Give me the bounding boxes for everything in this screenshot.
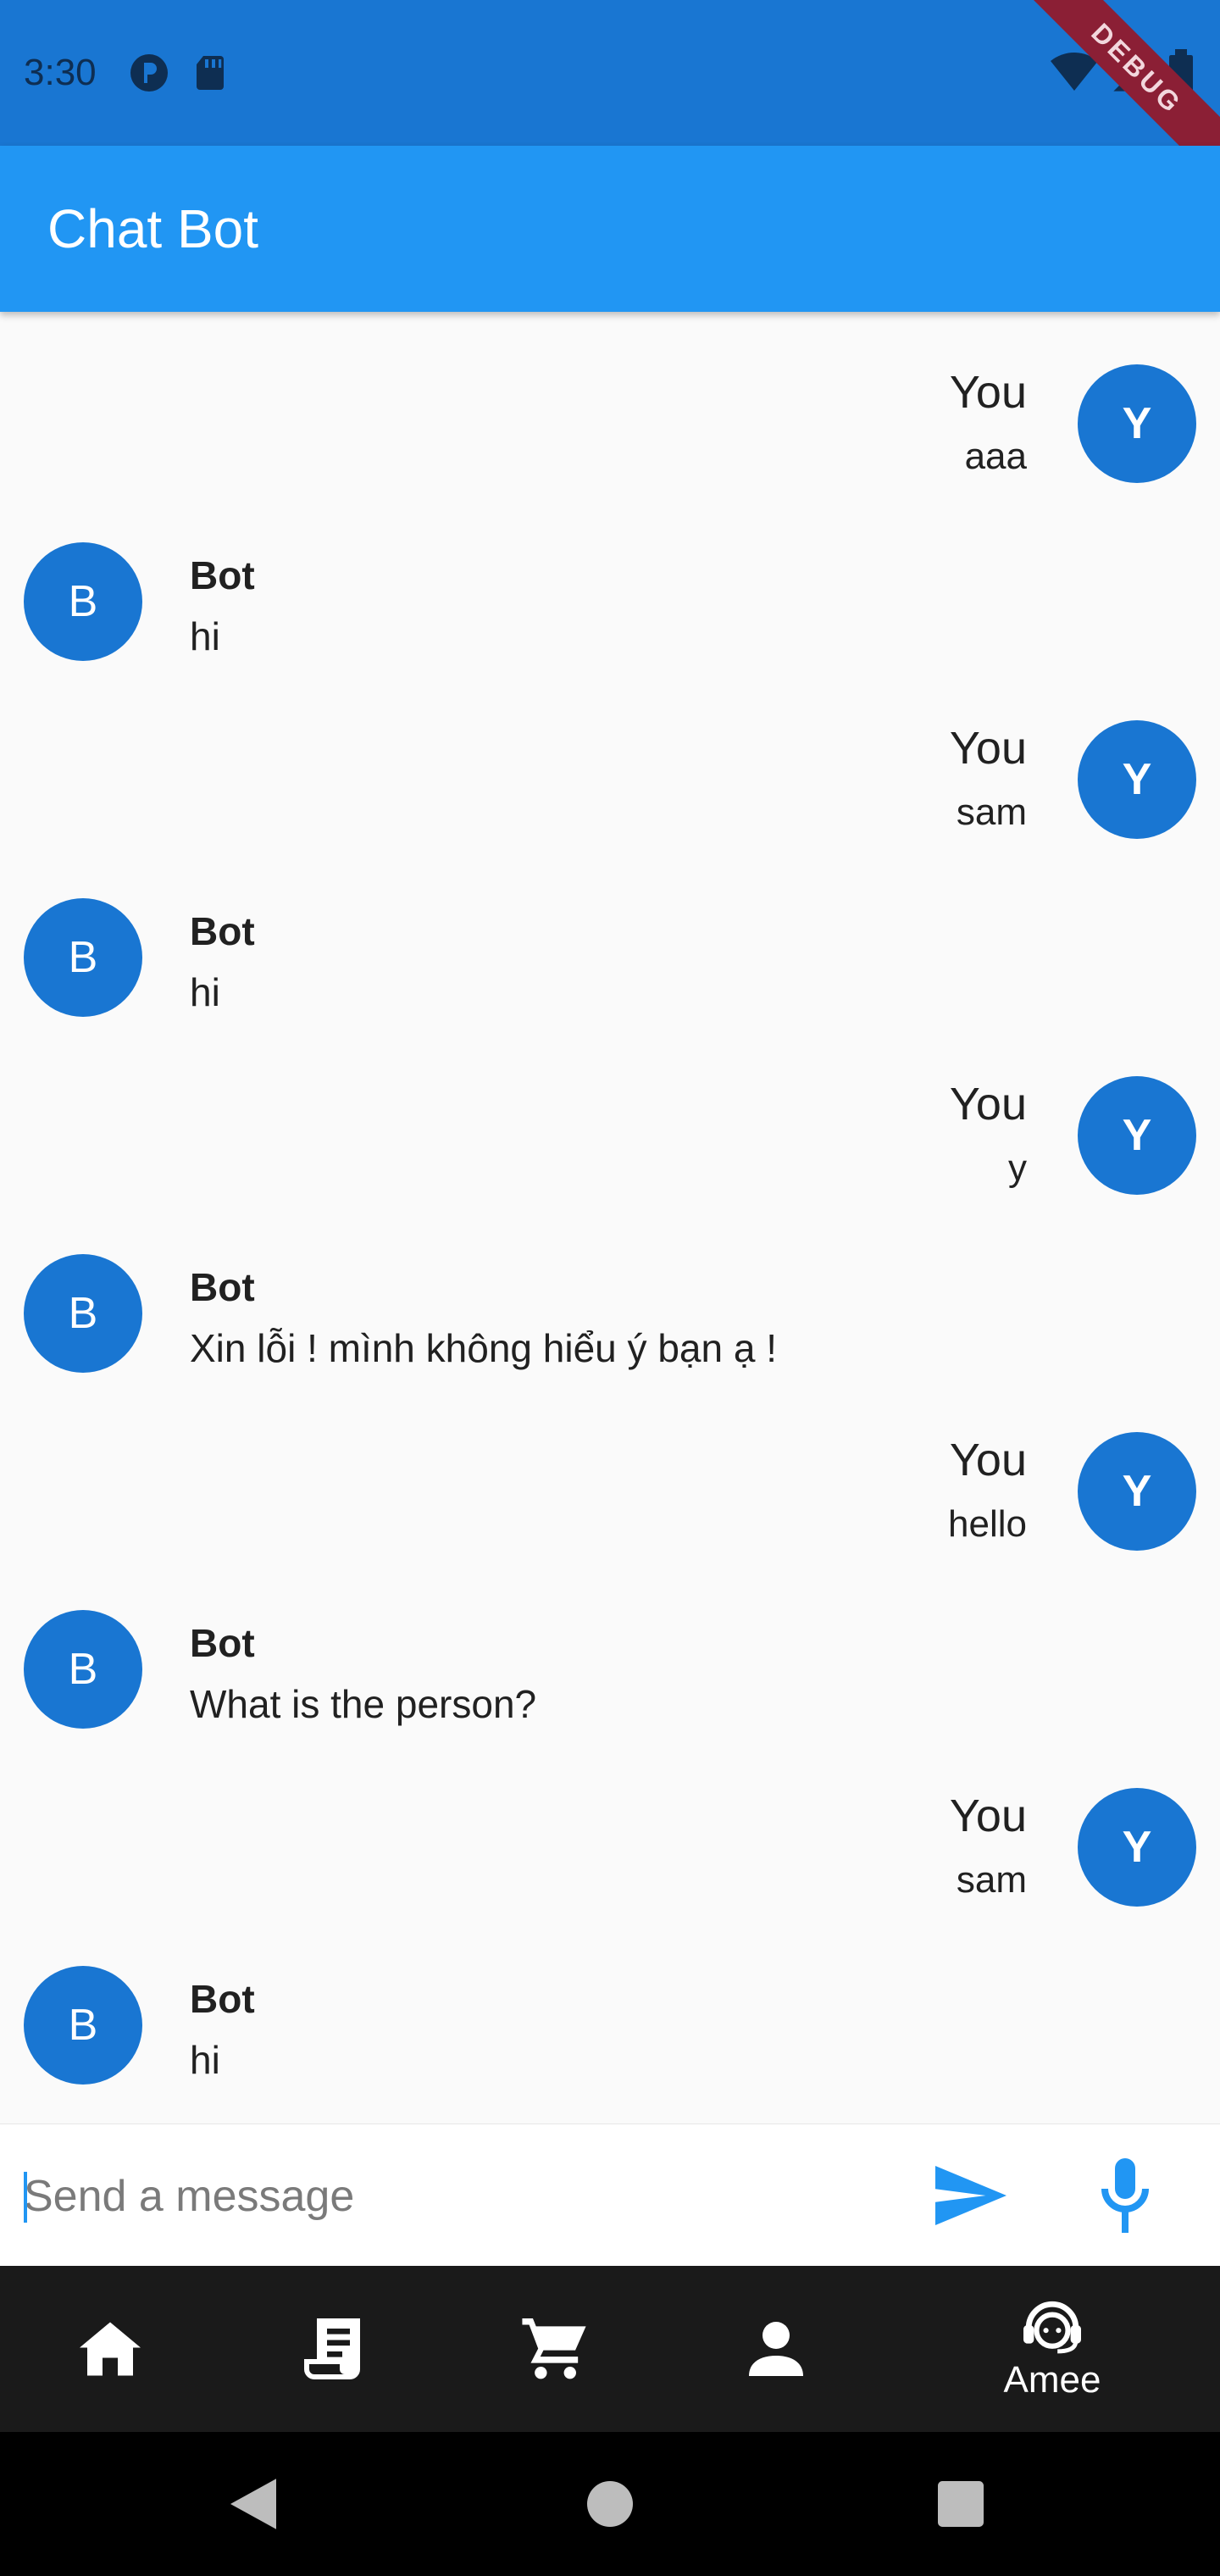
home-icon xyxy=(80,2322,141,2376)
microphone-icon xyxy=(1101,2158,1149,2233)
message-text: sam xyxy=(956,791,1027,833)
avatar: B xyxy=(24,1610,142,1729)
nav-item-home[interactable] xyxy=(25,2266,195,2432)
message-bot: B Bot hi xyxy=(0,847,1220,1017)
avatar: Y xyxy=(1078,1076,1196,1195)
sender-name: Bot xyxy=(190,1265,255,1309)
message-input[interactable] xyxy=(24,2158,888,2235)
avatar: B xyxy=(24,1966,142,2085)
message-text: hi xyxy=(190,970,220,1014)
home-circle-icon xyxy=(587,2481,633,2527)
back-triangle-icon xyxy=(230,2479,276,2529)
sender-name: Bot xyxy=(190,1977,255,2021)
receipt-icon xyxy=(304,2318,360,2379)
message-text: hi xyxy=(190,614,220,658)
page-title: Chat Bot xyxy=(47,198,259,259)
message-user: You aaa Y xyxy=(0,314,1220,483)
recents-square-icon xyxy=(938,2481,984,2527)
send-icon xyxy=(935,2166,1006,2225)
microphone-button[interactable] xyxy=(1086,2151,1164,2240)
message-composer xyxy=(0,2124,1220,2266)
message-text: aaa xyxy=(964,436,1027,477)
text-cursor xyxy=(24,2172,27,2223)
message-bot: B Bot hi xyxy=(0,1915,1220,2085)
nav-item-cart[interactable] xyxy=(469,2266,639,2432)
sender-name: Bot xyxy=(190,909,255,953)
chat-message-list[interactable]: You aaa Y B Bot hi You sam Y B Bot hi Yo… xyxy=(0,314,1220,2122)
support-agent-icon xyxy=(1023,2301,1081,2354)
sender-name: You xyxy=(949,1079,1027,1130)
avatar: Y xyxy=(1078,1788,1196,1907)
recents-button[interactable] xyxy=(923,2466,999,2542)
person-icon xyxy=(749,2322,803,2376)
sender-name: You xyxy=(949,1435,1027,1485)
avatar: Y xyxy=(1078,720,1196,839)
sd-card-icon xyxy=(196,56,224,90)
nav-item-orders[interactable] xyxy=(247,2266,417,2432)
message-bot: B Bot Xin lỗi ! mình không hiểu ý bạn ạ … xyxy=(0,1203,1220,1373)
message-bot: B Bot hi xyxy=(0,491,1220,661)
message-user: You y Y xyxy=(0,1025,1220,1195)
message-text: sam xyxy=(956,1859,1027,1901)
avatar: B xyxy=(24,542,142,661)
avatar: B xyxy=(24,898,142,1017)
app-bar: Chat Bot xyxy=(0,146,1220,312)
message-user: You sam Y xyxy=(0,1737,1220,1907)
message-text: What is the person? xyxy=(190,1682,537,1726)
bottom-navigation: Amee xyxy=(0,2266,1220,2432)
message-user: You hello Y xyxy=(0,1381,1220,1551)
back-button[interactable] xyxy=(215,2466,291,2542)
avatar: B xyxy=(24,1254,142,1373)
message-bot: B Bot What is the person? xyxy=(0,1559,1220,1729)
message-text: hello xyxy=(948,1503,1027,1545)
send-button[interactable] xyxy=(932,2157,1010,2235)
cart-icon xyxy=(522,2318,586,2379)
system-navigation-bar xyxy=(0,2432,1220,2576)
p-circle-icon xyxy=(130,54,168,92)
nav-item-label: Amee xyxy=(1003,2359,1101,2401)
sender-name: You xyxy=(949,1790,1027,1841)
message-text: y xyxy=(1008,1147,1027,1189)
avatar: Y xyxy=(1078,364,1196,483)
avatar: Y xyxy=(1078,1432,1196,1551)
sender-name: You xyxy=(949,367,1027,418)
status-bar: 3:30 DEBUG xyxy=(0,0,1220,200)
status-time: 3:30 xyxy=(24,52,97,93)
message-text: hi xyxy=(190,2038,220,2082)
nav-item-profile[interactable] xyxy=(691,2266,861,2432)
sender-name: Bot xyxy=(190,553,255,597)
home-system-button[interactable] xyxy=(572,2466,648,2542)
nav-item-assistant[interactable]: Amee xyxy=(968,2266,1137,2432)
sender-name: You xyxy=(949,723,1027,774)
message-text: Xin lỗi ! mình không hiểu ý bạn ạ ! xyxy=(190,1326,777,1370)
sender-name: Bot xyxy=(190,1621,255,1665)
message-user: You sam Y xyxy=(0,669,1220,839)
